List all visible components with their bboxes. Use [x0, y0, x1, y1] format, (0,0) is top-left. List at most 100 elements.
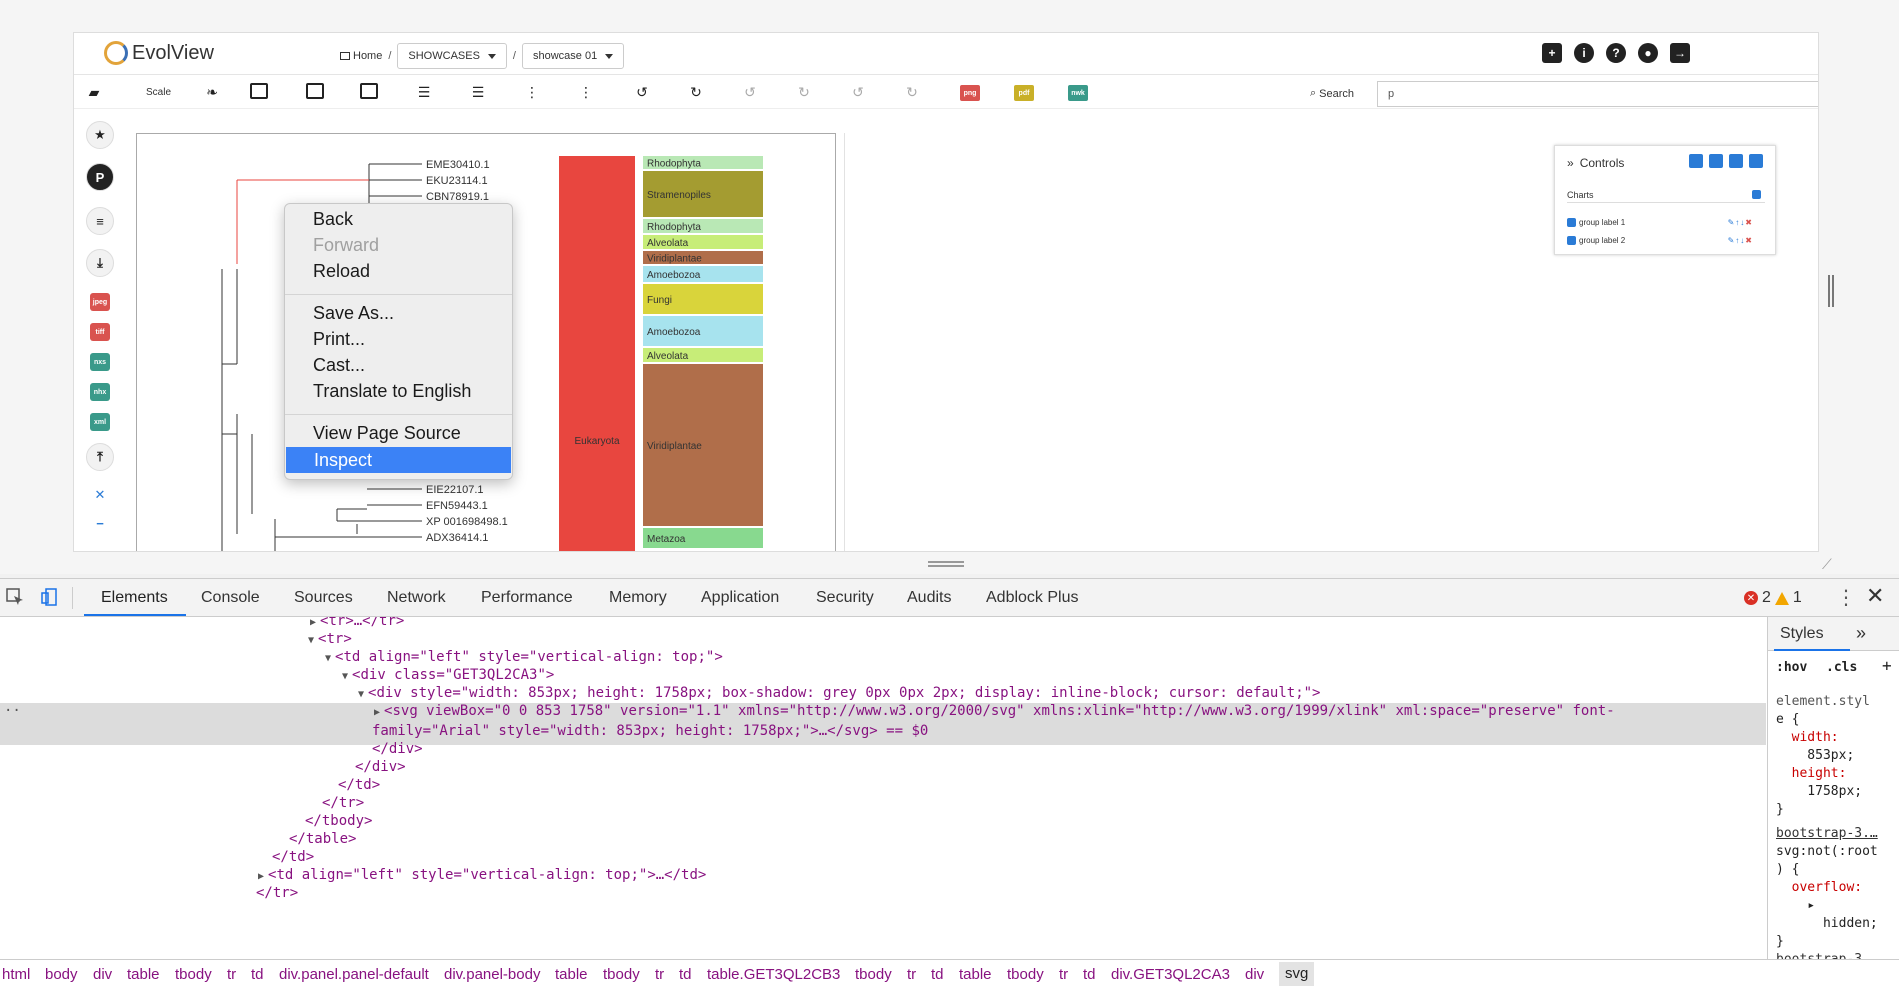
style-value-expand[interactable]: ▸ — [1776, 897, 1815, 915]
dom-breadcrumb-item[interactable]: td — [679, 966, 692, 983]
export-xml-icon[interactable]: xml — [90, 413, 110, 431]
share-icon[interactable] — [1729, 154, 1743, 168]
sliders-icon[interactable]: ≡ — [86, 207, 114, 235]
device-toolbar-icon[interactable] — [40, 587, 60, 607]
dom-node[interactable]: </td> — [338, 775, 380, 795]
dom-breadcrumb-item[interactable]: table.GET3QL2CB3 — [707, 966, 840, 983]
add-rule-icon[interactable]: + — [1882, 657, 1892, 675]
expand-arrow-icon[interactable]: ▶ — [310, 617, 316, 628]
star-icon[interactable]: ★ — [86, 121, 114, 149]
style-value-width[interactable]: 853px; — [1776, 747, 1854, 765]
tab-network[interactable]: Network — [387, 589, 446, 607]
tab-performance[interactable]: Performance — [481, 589, 573, 607]
leaf-label[interactable]: EIE22107.1 — [426, 484, 484, 496]
dom-breadcrumb-item[interactable]: tr — [227, 966, 236, 983]
dom-breadcrumb-item[interactable]: table — [127, 966, 160, 983]
elements-panel[interactable]: ▶ <tr>…</tr> ▼ <tr> ▼ <td align="left" styl… — [0, 617, 1766, 959]
dom-breadcrumb-item[interactable]: tbody — [175, 966, 212, 983]
expand-horizontal-icon[interactable] — [250, 83, 268, 99]
more-tabs-icon[interactable]: » — [1856, 623, 1866, 644]
home-link[interactable]: Home — [340, 50, 382, 62]
leaf-label[interactable]: XP 001698498.1 — [426, 516, 508, 528]
domain-strip[interactable] — [559, 156, 635, 552]
collapse-arrow-icon[interactable]: ▼ — [358, 689, 364, 700]
style-prop-overflow[interactable]: overflow: — [1776, 879, 1862, 897]
export-tiff-icon[interactable]: tiff — [90, 323, 110, 341]
controls-header[interactable]: » Controls — [1567, 156, 1624, 170]
collapse-arrow-icon[interactable]: ▼ — [342, 671, 348, 682]
dom-breadcrumb-item[interactable]: tbody — [855, 966, 892, 983]
tab-application[interactable]: Application — [701, 589, 779, 607]
more-options-icon[interactable]: ⋮ — [1836, 585, 1856, 610]
account-icon[interactable]: ● — [1638, 43, 1658, 63]
dom-breadcrumb-item[interactable]: td — [1083, 966, 1096, 983]
dom-breadcrumb-item[interactable]: table — [555, 966, 588, 983]
chart-checkbox[interactable] — [1567, 218, 1576, 227]
menu-item-view-source[interactable]: View Page Source — [285, 420, 512, 446]
rotate-cw-icon[interactable]: ↻ — [902, 83, 922, 101]
upload-icon[interactable]: ⤒ — [86, 443, 114, 471]
showcase-dropdown[interactable]: showcase 01 — [521, 43, 625, 69]
add-user-icon[interactable]: + — [1542, 43, 1562, 63]
devtools-resize-grip[interactable] — [928, 561, 964, 567]
export-jpeg-icon[interactable]: jpeg — [90, 293, 110, 311]
tab-adblock-plus[interactable]: Adblock Plus — [986, 589, 1079, 607]
delete-icon[interactable] — [1749, 154, 1763, 168]
rotate-right-icon[interactable]: ↻ — [686, 83, 706, 101]
dom-breadcrumb-item[interactable]: td — [251, 966, 264, 983]
outdent-icon[interactable]: ⋮ — [576, 83, 596, 101]
leaf-icon[interactable]: ❧ — [202, 83, 222, 101]
copy-icon[interactable] — [1709, 154, 1723, 168]
issue-counters[interactable]: ✕ 2 1 — [1744, 589, 1802, 607]
logout-icon[interactable]: → — [1670, 43, 1690, 63]
undo-rotate-icon[interactable]: ↺ — [740, 83, 760, 101]
charts-select-all-checkbox[interactable] — [1752, 190, 1761, 199]
dom-node-continued[interactable]: family="Arial" style="width: 853px; heig… — [372, 721, 928, 741]
dom-node[interactable]: </td> — [272, 847, 314, 867]
align-right-icon[interactable]: ☰ — [468, 83, 488, 101]
panel-resize-grip[interactable] — [1828, 275, 1834, 307]
expand-arrow-icon[interactable]: ▶ — [374, 707, 380, 718]
rotate-ccw-icon[interactable]: ↺ — [848, 83, 868, 101]
leaf-label[interactable]: EKU23114.1 — [426, 175, 488, 187]
dom-node[interactable]: </tr> — [322, 793, 364, 813]
select-element-icon[interactable] — [5, 587, 25, 607]
scale-label[interactable]: Scale — [146, 87, 171, 98]
dom-node[interactable]: </tbody> — [305, 811, 372, 831]
menu-item-translate[interactable]: Translate to English — [285, 378, 512, 404]
dom-node[interactable]: ▶ <td align="left" style="vertical-align:… — [258, 865, 706, 885]
expand-vertical-icon[interactable] — [306, 83, 324, 99]
zoom-out-icon[interactable]: − — [86, 509, 114, 537]
open-folder-icon[interactable]: ▰ — [84, 83, 104, 101]
chart-row-actions[interactable]: ✎↑↓✖ — [1728, 218, 1753, 227]
tab-sources[interactable]: Sources — [294, 589, 353, 607]
dom-breadcrumb-item[interactable]: tr — [907, 966, 916, 983]
dom-breadcrumb-item[interactable]: td — [931, 966, 944, 983]
style-value-height[interactable]: 1758px; — [1776, 783, 1862, 801]
export-png-icon[interactable]: png — [960, 85, 980, 101]
align-left-icon[interactable]: ☰ — [414, 83, 434, 101]
download-icon[interactable]: ⤓ — [86, 249, 114, 277]
style-prop-width[interactable]: width: — [1776, 729, 1839, 747]
leaf-label[interactable]: ADX36414.1 — [426, 532, 488, 544]
dom-node[interactable]: ▼ <tr> — [308, 629, 352, 649]
chart-row-actions[interactable]: ✎↑↓✖ — [1728, 236, 1753, 245]
dom-breadcrumb-item[interactable]: div — [1245, 966, 1264, 983]
stylesheet-link[interactable]: bootstrap-3.… — [1776, 825, 1878, 843]
expand-arrow-icon[interactable]: ▶ — [258, 871, 264, 882]
export-nhx-icon[interactable]: nhx — [90, 383, 110, 401]
dom-breadcrumb-item[interactable]: div.panel-body — [444, 966, 540, 983]
menu-item-reload[interactable]: Reload — [285, 258, 512, 284]
help-icon[interactable]: ? — [1606, 43, 1626, 63]
style-value-overflow[interactable]: hidden; — [1776, 915, 1878, 933]
menu-item-back[interactable]: Back — [285, 206, 512, 232]
dom-breadcrumb-item[interactable]: tr — [655, 966, 664, 983]
tab-security[interactable]: Security — [816, 589, 874, 607]
tab-console[interactable]: Console — [201, 589, 260, 607]
menu-item-print[interactable]: Print... — [285, 326, 512, 352]
tab-audits[interactable]: Audits — [907, 589, 951, 607]
dom-node-selected[interactable]: ▶ <svg viewBox="0 0 853 1758" version="1.… — [374, 701, 1615, 721]
dom-node[interactable]: </div> — [372, 739, 423, 759]
app-logo[interactable]: EvolView — [104, 41, 214, 65]
dom-breadcrumb-item[interactable]: table — [959, 966, 992, 983]
